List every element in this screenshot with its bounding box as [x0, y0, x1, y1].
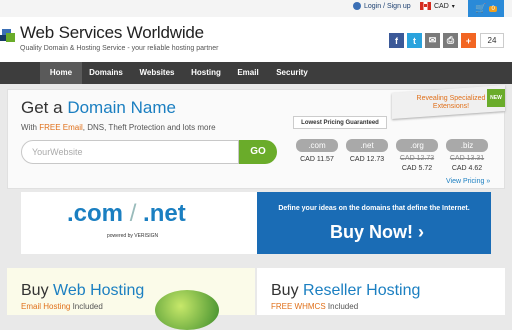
- tld-com[interactable]: .com: [296, 139, 338, 152]
- tld-org[interactable]: .org: [396, 139, 438, 152]
- tld-org-price: CAD 5.72: [401, 165, 433, 172]
- facebook-icon[interactable]: f: [389, 33, 404, 48]
- nav-home[interactable]: Home: [40, 62, 82, 84]
- share-count: 24: [480, 33, 504, 48]
- site-title[interactable]: Web Services Worldwide: [20, 23, 204, 43]
- email-share-icon[interactable]: ✉: [425, 33, 440, 48]
- cart-button[interactable]: 🛒 0: [468, 0, 504, 17]
- tld-net-price: CAD 12.73: [349, 156, 385, 163]
- canada-flag-icon: [420, 2, 431, 10]
- web-hosting-title: Buy Web Hosting: [21, 282, 145, 299]
- domain-search-input[interactable]: YourWebsite: [21, 140, 239, 164]
- print-icon[interactable]: ⎙: [443, 33, 458, 48]
- globe-icon: [155, 290, 219, 330]
- nav-email[interactable]: Email: [230, 62, 266, 84]
- pricing-label: Lowest Pricing Guaranteed: [293, 116, 387, 129]
- share-plus-icon[interactable]: +: [461, 33, 476, 48]
- logo-icon: [0, 29, 15, 42]
- login-label: Login / Sign up: [364, 2, 411, 10]
- domain-subheading: With FREE Email, DNS, Theft Protection a…: [21, 123, 216, 132]
- cart-count: 0: [489, 5, 497, 12]
- verisign-label: powered by VERISIGN: [107, 233, 159, 239]
- chevron-down-icon: ▾: [451, 3, 455, 10]
- reseller-hosting-title: Buy Reseller Hosting: [271, 282, 421, 299]
- currency-label: CAD: [434, 2, 449, 10]
- tld-biz[interactable]: .biz: [446, 139, 488, 152]
- nav-hosting[interactable]: Hosting: [186, 62, 226, 84]
- domain-heading: Get a Domain Name: [21, 98, 176, 117]
- reseller-hosting-sub: FREE WHMCS Included: [271, 302, 359, 311]
- tld-biz-old-price: CAD 13.31: [449, 155, 485, 162]
- special-extensions-text: Revealing Specialized Extensions!: [416, 95, 486, 110]
- twitter-icon[interactable]: t: [407, 33, 422, 48]
- chevron-right-icon: ›: [418, 222, 425, 242]
- tld-net[interactable]: .net: [346, 139, 388, 152]
- web-hosting-sub: Email Hosting Included: [21, 302, 103, 311]
- nav-websites[interactable]: Websites: [132, 62, 182, 84]
- tld-com-price: CAD 11.57: [300, 156, 334, 163]
- buy-now-button[interactable]: Buy Now! ›: [330, 222, 424, 243]
- currency-selector[interactable]: CAD ▾: [420, 2, 455, 10]
- com-net-logo: .com / .net: [67, 200, 186, 227]
- tld-org-old-price: CAD 12.73: [399, 155, 435, 162]
- tld-biz-price: CAD 4.62: [451, 165, 483, 172]
- cart-icon: 🛒: [475, 3, 487, 13]
- site-tagline: Quality Domain & Hosting Service - your …: [20, 45, 219, 52]
- go-button[interactable]: GO: [239, 140, 277, 164]
- promo-tagline: Define your ideas on the domains that de…: [278, 205, 470, 212]
- nav-domains[interactable]: Domains: [84, 62, 128, 84]
- user-icon: [353, 2, 361, 10]
- view-pricing-link[interactable]: View Pricing »: [446, 178, 490, 185]
- login-link[interactable]: Login / Sign up: [353, 2, 411, 10]
- new-badge: NEW: [487, 89, 505, 107]
- nav-security[interactable]: Security: [270, 62, 314, 84]
